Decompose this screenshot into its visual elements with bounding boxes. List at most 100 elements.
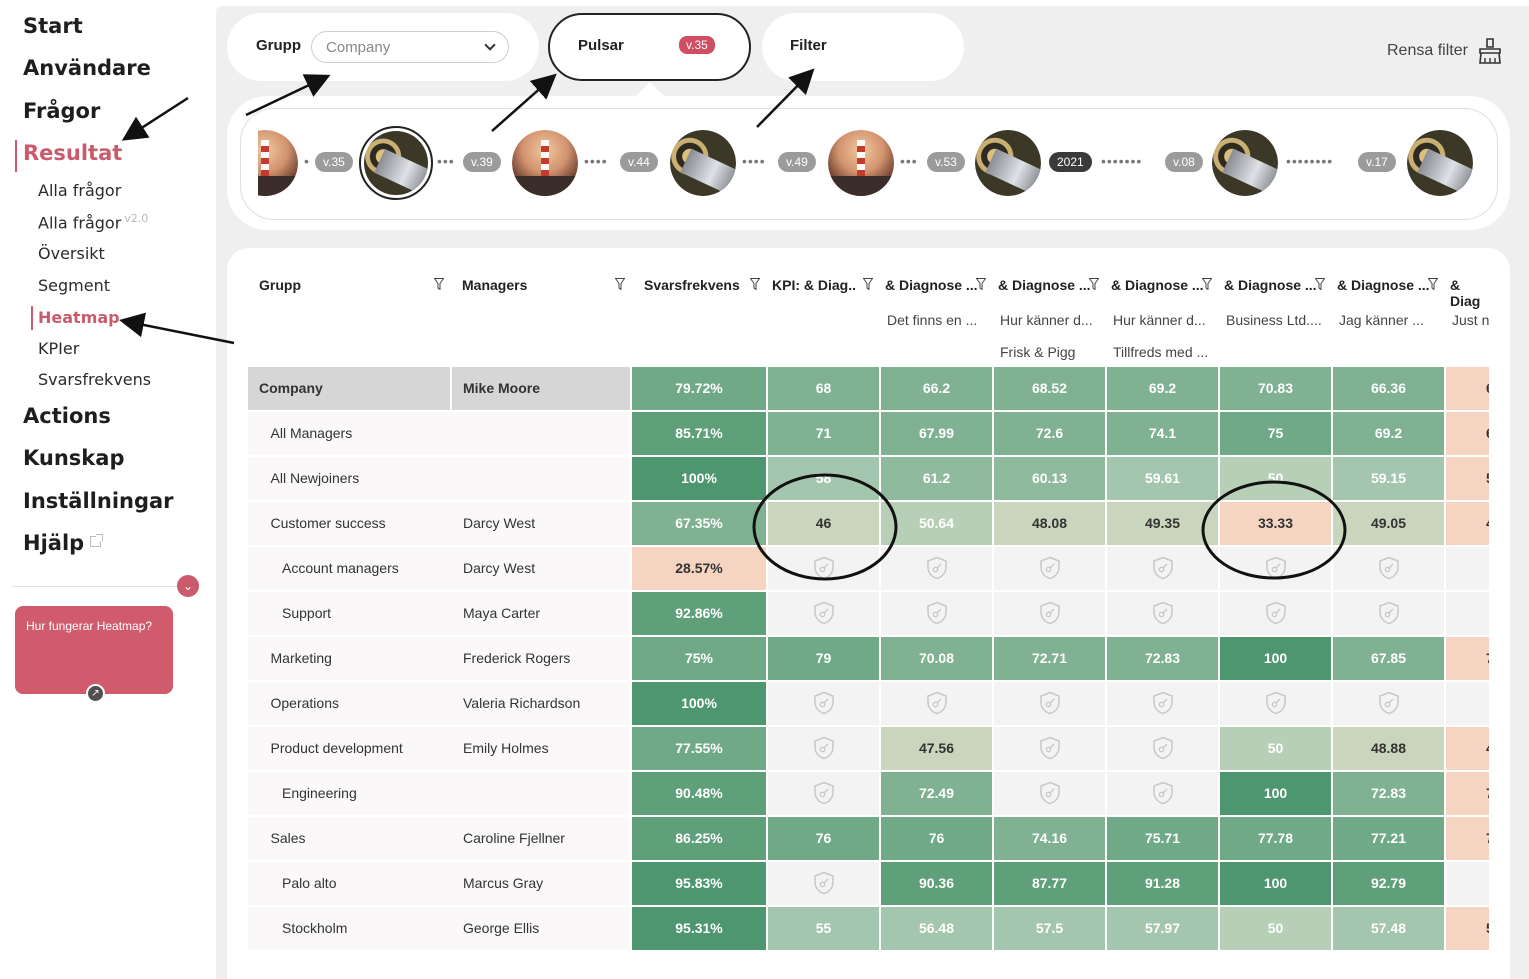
row-group-name[interactable]: All Managers	[271, 412, 353, 455]
row-group-name[interactable]: Support	[282, 592, 331, 635]
column-header[interactable]: & Diagnose ...	[1224, 277, 1317, 293]
filter-icon[interactable]	[1428, 278, 1438, 290]
heatmap-cell[interactable]: 76	[768, 817, 879, 860]
heatmap-cell[interactable]: 66.2	[881, 367, 992, 410]
row-group-name[interactable]: Product development	[271, 727, 403, 770]
pulse-avatar[interactable]	[828, 130, 894, 196]
anonymized-cell[interactable]	[1107, 727, 1218, 770]
help-card[interactable]: Hur fungerar Heatmap?	[15, 606, 173, 694]
column-header[interactable]: & Diag	[1450, 277, 1489, 309]
heatmap-cell[interactable]: 50	[1220, 727, 1331, 770]
heatmap-cell[interactable]: 100%	[632, 457, 766, 500]
heatmap-cell[interactable]: 100%	[632, 682, 766, 725]
heatmap-cell[interactable]: 7	[1446, 637, 1489, 680]
heatmap-cell[interactable]: 57.5	[994, 907, 1105, 950]
nav-actions[interactable]: Actions	[23, 404, 111, 428]
filter-icon[interactable]	[615, 278, 625, 290]
heatmap-cell[interactable]: 57.97	[1107, 907, 1218, 950]
heatmap-cell[interactable]: 69.2	[1333, 412, 1444, 455]
sub-kpis[interactable]: KPIer	[38, 339, 79, 358]
anonymized-cell[interactable]	[881, 592, 992, 635]
heatmap-cell[interactable]: 67.99	[881, 412, 992, 455]
nav-results[interactable]: Resultat	[23, 141, 122, 165]
pulse-avatar[interactable]	[512, 130, 578, 196]
anonymized-cell[interactable]	[1446, 682, 1489, 725]
nav-knowledge[interactable]: Kunskap	[23, 446, 124, 470]
heatmap-cell[interactable]: 6	[1446, 367, 1489, 410]
anonymized-cell[interactable]	[1333, 592, 1444, 635]
heatmap-cell[interactable]: 75	[1220, 412, 1331, 455]
heatmap-cell[interactable]: 100	[1220, 772, 1331, 815]
sub-segment[interactable]: Segment	[38, 276, 110, 295]
heatmap-cell[interactable]: 56.48	[881, 907, 992, 950]
pulse-badge[interactable]: v.08	[1165, 152, 1203, 172]
sub-all-questions[interactable]: Alla frågor	[38, 181, 121, 200]
filter-icon[interactable]	[1089, 278, 1099, 290]
anonymized-cell[interactable]	[1220, 547, 1331, 590]
group-select[interactable]: Company	[311, 31, 509, 63]
anonymized-cell[interactable]	[1107, 592, 1218, 635]
anonymized-cell[interactable]	[994, 592, 1105, 635]
anonymized-cell[interactable]	[1107, 772, 1218, 815]
sub-response-rate[interactable]: Svarsfrekvens	[38, 370, 151, 389]
anonymized-cell[interactable]	[1446, 592, 1489, 635]
pulse-avatar[interactable]	[1407, 130, 1473, 196]
row-group-name[interactable]: All Newjoiners	[271, 457, 360, 500]
column-header[interactable]: & Diagnose ...	[1111, 277, 1204, 293]
row-group-name[interactable]: Operations	[271, 682, 339, 725]
heatmap-cell[interactable]: 95.31%	[632, 907, 766, 950]
heatmap-cell[interactable]: 92.79	[1333, 862, 1444, 905]
heatmap-cell[interactable]: 57.48	[1333, 907, 1444, 950]
sub-overview[interactable]: Översikt	[38, 244, 105, 263]
column-header[interactable]: & Diagnose ...	[998, 277, 1091, 293]
heatmap-cell[interactable]: 95.83%	[632, 862, 766, 905]
pulse-avatar[interactable]	[975, 130, 1041, 196]
column-header[interactable]: & Diagnose ...	[885, 277, 978, 293]
nav-help[interactable]: Hjälp	[23, 531, 104, 555]
nav-questions[interactable]: Frågor	[23, 99, 100, 123]
nav-settings[interactable]: Inställningar	[23, 489, 174, 513]
heatmap-cell[interactable]: 74.16	[994, 817, 1105, 860]
row-group-name[interactable]: Engineering	[282, 772, 357, 815]
nav-users[interactable]: Användare	[23, 56, 151, 80]
row-group-name[interactable]: Palo alto	[282, 862, 336, 905]
pulse-avatar[interactable]	[1212, 130, 1278, 196]
heatmap-cell[interactable]: 74.1	[1107, 412, 1218, 455]
row-group-name[interactable]: Company	[259, 367, 323, 410]
clear-filter-button[interactable]: Rensa filter	[1387, 42, 1468, 60]
heatmap-cell[interactable]: 91.28	[1107, 862, 1218, 905]
anonymized-cell[interactable]	[994, 682, 1105, 725]
heatmap-cell[interactable]: 59.61	[1107, 457, 1218, 500]
heatmap-cell[interactable]: 77.55%	[632, 727, 766, 770]
heatmap-cell[interactable]: 7	[1446, 772, 1489, 815]
filter-icon[interactable]	[863, 278, 873, 290]
anonymized-cell[interactable]	[1446, 862, 1489, 905]
heatmap-cell[interactable]: 28.57%	[632, 547, 766, 590]
heatmap-cell[interactable]: 72.49	[881, 772, 992, 815]
heatmap-cell[interactable]: 48.08	[994, 502, 1105, 545]
filter-icon[interactable]	[1315, 278, 1325, 290]
heatmap-cell[interactable]: 49.35	[1107, 502, 1218, 545]
heatmap-cell[interactable]: 7	[1446, 817, 1489, 860]
anonymized-cell[interactable]	[1107, 547, 1218, 590]
pulse-badge[interactable]: v.44	[620, 152, 658, 172]
anonymized-cell[interactable]	[1220, 682, 1331, 725]
heatmap-cell[interactable]: 50.64	[881, 502, 992, 545]
heatmap-cell[interactable]: 55	[768, 907, 879, 950]
heatmap-cell[interactable]: 72.6	[994, 412, 1105, 455]
heatmap-cell[interactable]: 46	[768, 502, 879, 545]
filter-icon[interactable]	[434, 278, 444, 290]
pulse-avatar-selected[interactable]	[359, 126, 433, 200]
anonymized-cell[interactable]	[994, 772, 1105, 815]
heatmap-cell[interactable]: 5	[1446, 907, 1489, 950]
row-group-name[interactable]: Sales	[271, 817, 306, 860]
clear-filter-icon[interactable]	[1477, 37, 1503, 65]
open-arrow-icon[interactable]: ↗	[86, 684, 105, 703]
pulse-badge[interactable]: v.17	[1358, 152, 1396, 172]
heatmap-cell[interactable]: 79.72%	[632, 367, 766, 410]
heatmap-cell[interactable]: 67.85	[1333, 637, 1444, 680]
heatmap-cell[interactable]: 50	[1220, 907, 1331, 950]
heatmap-cell[interactable]: 90.36	[881, 862, 992, 905]
heatmap-cell[interactable]: 49.05	[1333, 502, 1444, 545]
pulse-badge[interactable]: v.53	[927, 152, 965, 172]
